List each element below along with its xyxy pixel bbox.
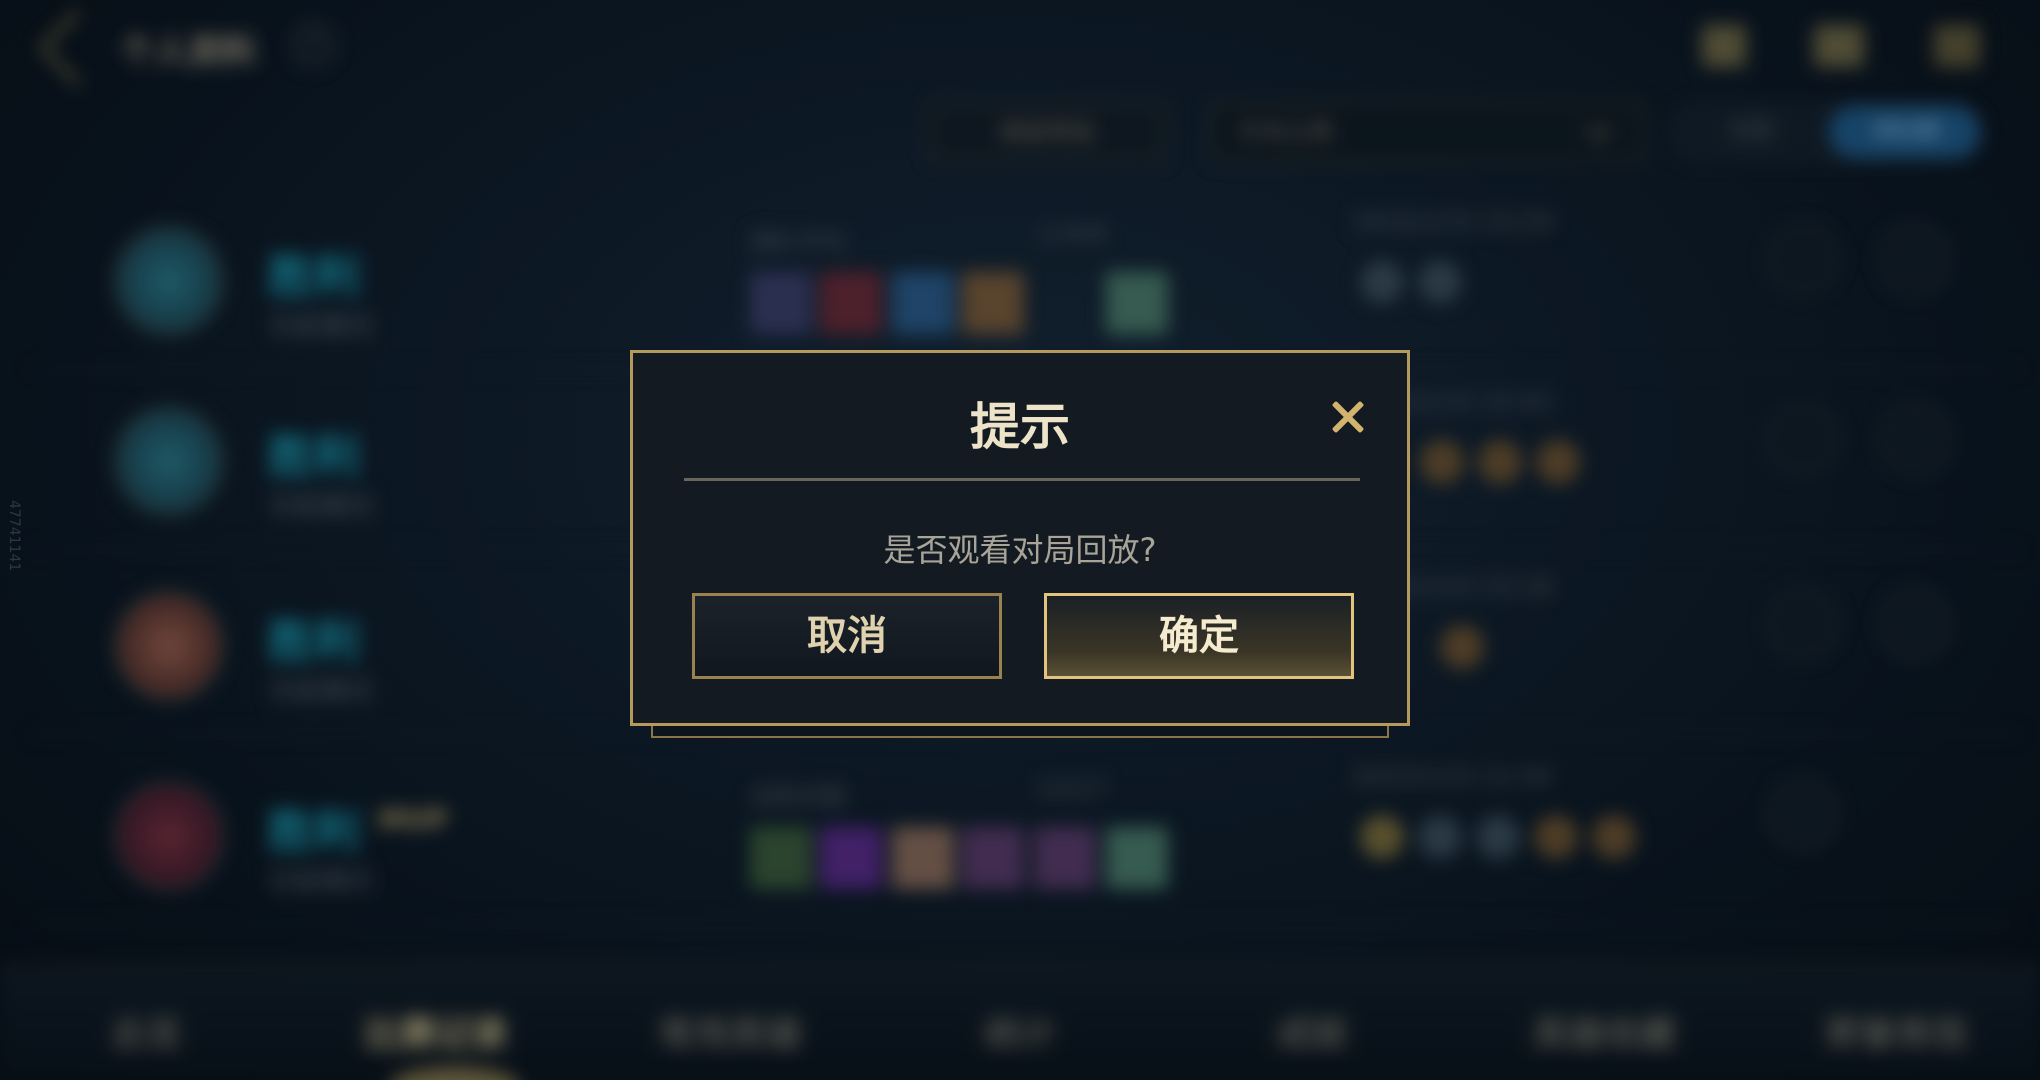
- dialog-divider: [684, 478, 1360, 481]
- cancel-button[interactable]: 取消: [692, 593, 1002, 679]
- app-screen: 个人资料 ? 高级筛选 所有比赛 匹配 排位赛 胜利 匹配模式 团队平均 11/…: [0, 0, 2040, 1080]
- dialog-base-trim: [651, 726, 1389, 738]
- close-icon[interactable]: [1325, 395, 1371, 441]
- confirm-button[interactable]: 确定: [1044, 593, 1354, 679]
- replay-prompt-dialog: 提示 是否观看对局回放? 取消 确定: [630, 350, 1410, 726]
- dialog-title: 提示: [970, 398, 1070, 456]
- dialog-message: 是否观看对局回放?: [883, 531, 1157, 569]
